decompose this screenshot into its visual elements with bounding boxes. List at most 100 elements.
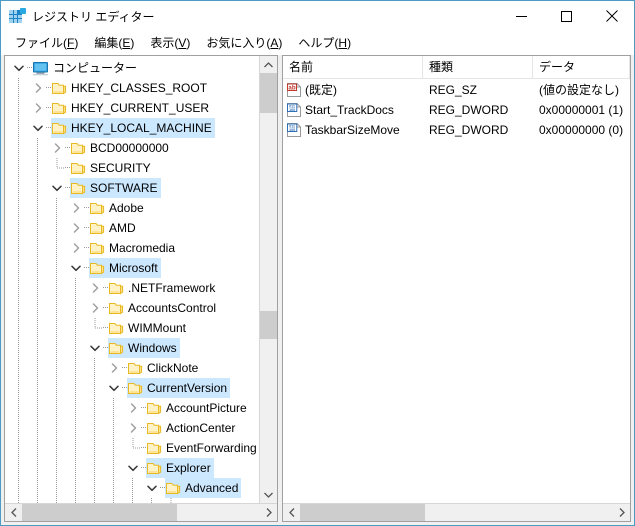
value-type-cell: REG_DWORD bbox=[429, 103, 509, 117]
tree-node[interactable]: コンピューター bbox=[5, 58, 259, 78]
folder-icon bbox=[108, 338, 124, 358]
chevron-right-icon[interactable] bbox=[49, 138, 65, 158]
scroll-left-icon[interactable] bbox=[5, 504, 22, 521]
tree-indent bbox=[5, 158, 49, 178]
chevron-right-icon[interactable] bbox=[125, 398, 141, 418]
tree-node[interactable]: EventForwarding bbox=[5, 438, 259, 458]
tree-node[interactable]: .NETFramework bbox=[5, 278, 259, 298]
chevron-right-icon[interactable] bbox=[125, 418, 141, 438]
tree-connector bbox=[27, 58, 32, 78]
tree-node-label: SOFTWARE bbox=[86, 178, 161, 198]
chevron-down-icon[interactable] bbox=[106, 378, 122, 398]
column-header-data[interactable]: データ bbox=[533, 56, 630, 78]
scroll-left-icon[interactable] bbox=[283, 504, 300, 521]
tree-node[interactable]: SOFTWARE bbox=[5, 178, 259, 198]
column-header-name[interactable]: 名前 bbox=[283, 56, 423, 78]
menu-favorites[interactable]: お気に入り(A) bbox=[198, 33, 290, 54]
tree-node[interactable]: Advanced bbox=[5, 478, 259, 498]
tree-node[interactable]: ActionCenter bbox=[5, 418, 259, 438]
chevron-down-icon[interactable] bbox=[87, 338, 103, 358]
tree-node-label: AMD bbox=[109, 221, 136, 235]
tree-scroll-thumb-secondary[interactable] bbox=[260, 311, 277, 339]
tree-indent bbox=[5, 258, 68, 278]
chevron-right-icon[interactable] bbox=[30, 78, 46, 98]
maximize-button[interactable] bbox=[544, 1, 589, 31]
value-row[interactable]: ab (既定) REG_SZ (値の設定なし) bbox=[283, 80, 630, 100]
value-data-cell: (値の設定なし) bbox=[539, 83, 619, 97]
tree-hscroll-thumb[interactable] bbox=[22, 504, 177, 521]
tree-node[interactable]: AccountsControl bbox=[5, 298, 259, 318]
menu-file[interactable]: ファイル(F) bbox=[7, 33, 86, 54]
window-controls bbox=[499, 1, 634, 31]
folder-icon bbox=[108, 318, 124, 338]
tree-node-label: Explorer bbox=[162, 458, 214, 478]
values-hscroll-thumb[interactable] bbox=[300, 504, 425, 521]
scroll-up-icon[interactable] bbox=[260, 56, 277, 73]
tree-node[interactable]: ClickNote bbox=[5, 358, 259, 378]
tree-node[interactable]: HKEY_CLASSES_ROOT bbox=[5, 78, 259, 98]
folder-icon bbox=[127, 358, 143, 378]
chevron-down-icon[interactable] bbox=[49, 178, 65, 198]
tree-leaf-connector bbox=[125, 438, 141, 458]
scroll-down-icon[interactable] bbox=[260, 486, 277, 503]
minimize-button[interactable] bbox=[499, 1, 544, 31]
tree-vertical-scrollbar[interactable] bbox=[259, 56, 277, 503]
tree-node[interactable]: SECURITY bbox=[5, 158, 259, 178]
tree-node[interactable]: Macromedia bbox=[5, 238, 259, 258]
value-row[interactable]: 011 100 TaskbarSizeMove REG_DWORD 0x00000000… bbox=[283, 120, 630, 140]
scroll-right-icon[interactable] bbox=[260, 504, 277, 521]
value-name: (既定) bbox=[305, 83, 337, 97]
column-header-type[interactable]: 種類 bbox=[423, 56, 533, 78]
tree-indent bbox=[5, 338, 87, 358]
value-type-cell: REG_SZ bbox=[429, 83, 478, 97]
tree-node-label: AccountPicture bbox=[166, 401, 247, 415]
values-list[interactable]: ab (既定) REG_SZ (値の設定なし) 011 100 Start_TrackDoc… bbox=[283, 79, 630, 503]
tree-node-label: HKEY_CLASSES_ROOT bbox=[71, 81, 208, 95]
values-horizontal-scrollbar[interactable] bbox=[283, 503, 630, 521]
tree-scroll-thumb[interactable] bbox=[260, 73, 277, 113]
tree-indent bbox=[5, 78, 30, 98]
menu-help[interactable]: ヘルプ(H) bbox=[290, 33, 359, 54]
chevron-down-icon[interactable] bbox=[68, 258, 84, 278]
chevron-down-icon[interactable] bbox=[144, 478, 160, 498]
chevron-right-icon[interactable] bbox=[68, 218, 84, 238]
chevron-right-icon[interactable] bbox=[106, 358, 122, 378]
tree-node-label: ActionCenter bbox=[166, 421, 236, 435]
tree-node[interactable]: Windows bbox=[5, 338, 259, 358]
tree-horizontal-scrollbar[interactable] bbox=[5, 503, 277, 521]
tree-indent bbox=[5, 198, 68, 218]
chevron-right-icon[interactable] bbox=[68, 238, 84, 258]
tree-node[interactable]: Adobe bbox=[5, 198, 259, 218]
chevron-down-icon[interactable] bbox=[11, 58, 27, 78]
chevron-right-icon[interactable] bbox=[87, 278, 103, 298]
close-button[interactable] bbox=[589, 1, 634, 31]
registry-tree[interactable]: コンピューター HKEY_CLASSES_ROOT HKEY_CURRENT_USE… bbox=[5, 56, 259, 503]
menu-edit[interactable]: 編集(E) bbox=[86, 33, 142, 54]
tree-indent bbox=[5, 238, 68, 258]
menu-view[interactable]: 表示(V) bbox=[142, 33, 198, 54]
tree-node[interactable]: Microsoft bbox=[5, 258, 259, 278]
tree-indent bbox=[5, 218, 68, 238]
tree-node[interactable]: HKEY_CURRENT_USER bbox=[5, 98, 259, 118]
scroll-right-icon[interactable] bbox=[613, 504, 630, 521]
chevron-right-icon[interactable] bbox=[30, 98, 46, 118]
tree-node[interactable]: BCD00000000 bbox=[5, 138, 259, 158]
tree-node-label: SECURITY bbox=[90, 161, 151, 175]
tree-node[interactable]: AccountPicture bbox=[5, 398, 259, 418]
folder-icon bbox=[146, 418, 162, 438]
tree-node-label: EventForwarding bbox=[166, 441, 257, 455]
tree-node[interactable]: WIMMount bbox=[5, 318, 259, 338]
tree-connector bbox=[160, 478, 165, 498]
tree-node-label: BCD00000000 bbox=[90, 141, 169, 155]
tree-node[interactable]: Explorer bbox=[5, 458, 259, 478]
tree-node[interactable]: HKEY_LOCAL_MACHINE bbox=[5, 118, 259, 138]
chevron-down-icon[interactable] bbox=[125, 458, 141, 478]
tree-node[interactable]: CurrentVersion bbox=[5, 378, 259, 398]
chevron-right-icon[interactable] bbox=[68, 198, 84, 218]
tree-node-label: CurrentVersion bbox=[143, 378, 231, 398]
value-row[interactable]: 011 100 Start_TrackDocs REG_DWORD 0x00000001… bbox=[283, 100, 630, 120]
chevron-right-icon[interactable] bbox=[87, 298, 103, 318]
tree-indent bbox=[5, 398, 125, 418]
tree-node[interactable]: AMD bbox=[5, 218, 259, 238]
chevron-down-icon[interactable] bbox=[30, 118, 46, 138]
